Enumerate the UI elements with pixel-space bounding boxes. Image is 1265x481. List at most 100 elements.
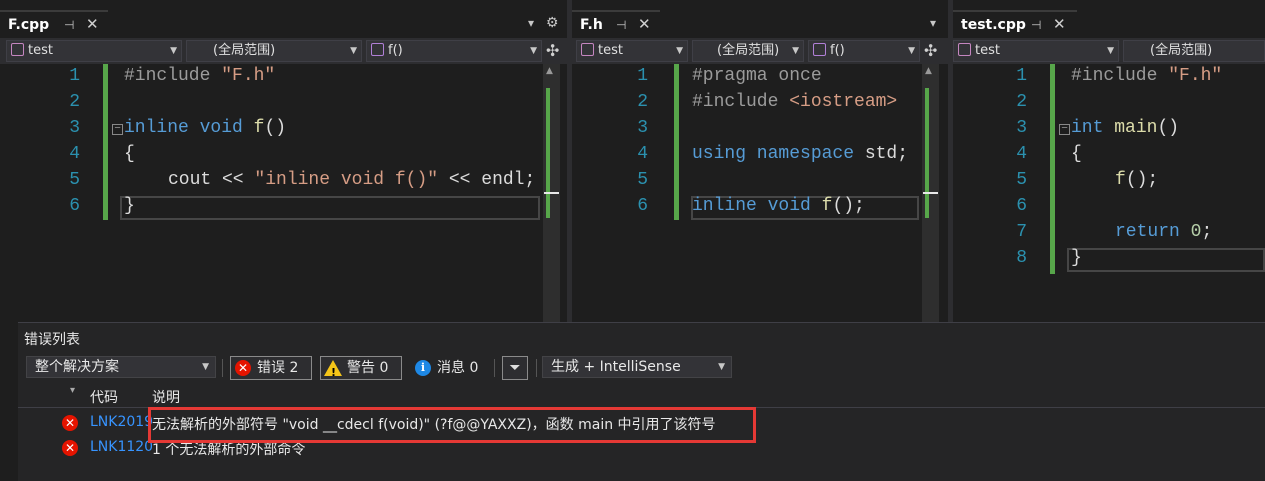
scroll-thumb[interactable] bbox=[923, 192, 938, 194]
scope-filter-label: 整个解决方案 bbox=[35, 359, 119, 375]
tab-strip: F.h ⊣ ✕ bbox=[572, 10, 948, 36]
scroll-up-icon[interactable]: ▲ bbox=[546, 66, 553, 76]
code-line: using namespace std; bbox=[692, 144, 909, 164]
change-indicator bbox=[1050, 64, 1055, 274]
code-area[interactable]: 1 2 3 4 5 6 7 8 − #include "F.h" int mai… bbox=[953, 64, 1265, 322]
line-number: 7 bbox=[1016, 222, 1027, 242]
member-label: f() bbox=[388, 43, 403, 58]
code-line: int main() bbox=[1071, 118, 1180, 138]
navigation-bar: test ▼ (全局范围) ▼ f() ▼ ✣ bbox=[572, 38, 948, 64]
filter-icon[interactable]: ⏷ bbox=[502, 356, 528, 380]
vertical-scrollbar[interactable]: ▲ bbox=[543, 64, 560, 322]
errors-filter-button[interactable]: ✕ 错误 2 bbox=[230, 356, 312, 380]
line-number: 2 bbox=[69, 92, 80, 112]
line-number: 3 bbox=[1016, 118, 1027, 138]
scroll-up-icon[interactable]: ▲ bbox=[925, 66, 932, 76]
function-icon bbox=[813, 43, 826, 56]
code-line: return 0; bbox=[1115, 222, 1213, 242]
error-list-title: 错误列表 bbox=[24, 332, 80, 348]
warnings-filter-button[interactable]: ! 警告 0 bbox=[320, 356, 402, 380]
dropdown-icon: ▼ bbox=[676, 46, 683, 56]
project-combo[interactable]: test ▼ bbox=[953, 40, 1119, 62]
line-number: 3 bbox=[637, 118, 648, 138]
error-code: LNK2019 bbox=[90, 414, 152, 430]
separator bbox=[494, 359, 495, 377]
column-description[interactable]: 说明 bbox=[152, 387, 180, 407]
sort-handle[interactable]: ▾ bbox=[70, 385, 75, 396]
member-combo[interactable]: f() ▼ bbox=[366, 40, 542, 62]
dropdown-icon: ▼ bbox=[170, 46, 177, 56]
vertical-scrollbar[interactable]: ▲ bbox=[922, 64, 939, 322]
split-icon[interactable]: ✣ bbox=[546, 42, 559, 60]
line-number: 6 bbox=[69, 196, 80, 216]
separator bbox=[222, 359, 223, 377]
error-icon: ✕ bbox=[62, 415, 78, 431]
fold-toggle[interactable]: − bbox=[112, 124, 123, 135]
class-icon bbox=[11, 43, 24, 56]
highlight-box bbox=[148, 407, 756, 443]
line-number: 6 bbox=[637, 196, 648, 216]
member-combo[interactable]: f() ▼ bbox=[808, 40, 920, 62]
close-icon[interactable]: ✕ bbox=[86, 11, 99, 37]
tab-title: F.h bbox=[580, 17, 603, 33]
error-code: LNK1120 bbox=[90, 439, 152, 455]
line-number: 5 bbox=[1016, 170, 1027, 190]
pin-icon[interactable]: ⊣ bbox=[1031, 12, 1041, 38]
project-label: test bbox=[28, 43, 53, 58]
tab-tools: ▾ bbox=[930, 10, 936, 36]
code-line: #include <iostream> bbox=[692, 92, 898, 112]
fold-toggle[interactable]: − bbox=[1059, 124, 1070, 135]
error-list-toolbar: 整个解决方案 ▼ ✕ 错误 2 ! 警告 0 i 消息 0 ⏷ 生成 + Int… bbox=[18, 353, 1265, 381]
line-number: 2 bbox=[637, 92, 648, 112]
code-area[interactable]: 1 2 3 4 5 6 − #include "F.h" inline void… bbox=[0, 64, 567, 322]
code-area[interactable]: 1 2 3 4 5 6 #pragma once #include <iostr… bbox=[572, 64, 948, 322]
scope-combo[interactable]: (全局范围) bbox=[1123, 40, 1265, 62]
scope-filter-combo[interactable]: 整个解决方案 ▼ bbox=[26, 356, 216, 378]
source-filter-combo[interactable]: 生成 + IntelliSense ▼ bbox=[542, 356, 732, 378]
scope-combo[interactable]: (全局范围) ▼ bbox=[186, 40, 362, 62]
tab-testcpp[interactable]: test.cpp ⊣ ✕ bbox=[953, 10, 1077, 36]
dropdown-icon: ▼ bbox=[718, 362, 725, 372]
dropdown-icon: ▼ bbox=[792, 46, 799, 56]
separator bbox=[536, 359, 537, 377]
line-number: 3 bbox=[69, 118, 80, 138]
tab-fh[interactable]: F.h ⊣ ✕ bbox=[572, 10, 660, 36]
info-icon: i bbox=[415, 360, 431, 376]
code-line: inline void f(); bbox=[692, 196, 865, 216]
dropdown-icon: ▼ bbox=[202, 362, 209, 372]
error-icon: ✕ bbox=[235, 360, 251, 376]
project-combo[interactable]: test ▼ bbox=[576, 40, 688, 62]
line-number: 2 bbox=[1016, 92, 1027, 112]
close-icon[interactable]: ✕ bbox=[638, 11, 651, 37]
pin-icon[interactable]: ⊣ bbox=[64, 12, 74, 38]
line-number: 1 bbox=[637, 66, 648, 86]
code-line: #include "F.h" bbox=[124, 66, 276, 86]
class-icon bbox=[958, 43, 971, 56]
dropdown-icon: ▼ bbox=[908, 46, 915, 56]
change-marker bbox=[546, 88, 550, 218]
dropdown-icon[interactable]: ▾ bbox=[930, 16, 936, 30]
messages-filter-button[interactable]: i 消息 0 bbox=[410, 356, 490, 380]
scroll-thumb[interactable] bbox=[544, 192, 559, 194]
errors-count: 错误 2 bbox=[257, 360, 299, 376]
tab-strip: test.cpp ⊣ ✕ bbox=[953, 10, 1265, 36]
messages-count: 消息 0 bbox=[437, 360, 479, 376]
project-combo[interactable]: test ▼ bbox=[6, 40, 182, 62]
member-label: f() bbox=[830, 43, 845, 58]
error-icon: ✕ bbox=[62, 440, 78, 456]
project-label: test bbox=[598, 43, 623, 58]
gear-icon[interactable]: ⚙ bbox=[546, 15, 559, 31]
code-line: { bbox=[1071, 144, 1082, 164]
code-line: #include "F.h" bbox=[1071, 66, 1223, 86]
code-line: #pragma once bbox=[692, 66, 822, 86]
tab-title: F.cpp bbox=[8, 17, 50, 33]
code-line: f(); bbox=[1115, 170, 1159, 190]
scope-combo[interactable]: (全局范围) ▼ bbox=[692, 40, 804, 62]
pin-icon[interactable]: ⊣ bbox=[616, 12, 626, 38]
split-icon[interactable]: ✣ bbox=[924, 42, 937, 60]
dropdown-icon[interactable]: ▾ bbox=[528, 16, 534, 30]
close-icon[interactable]: ✕ bbox=[1053, 11, 1066, 37]
navigation-bar: test ▼ (全局范围) bbox=[953, 38, 1265, 64]
column-code[interactable]: 代码 bbox=[90, 387, 118, 407]
tab-fcpp[interactable]: F.cpp ⊣ ✕ bbox=[0, 10, 108, 36]
